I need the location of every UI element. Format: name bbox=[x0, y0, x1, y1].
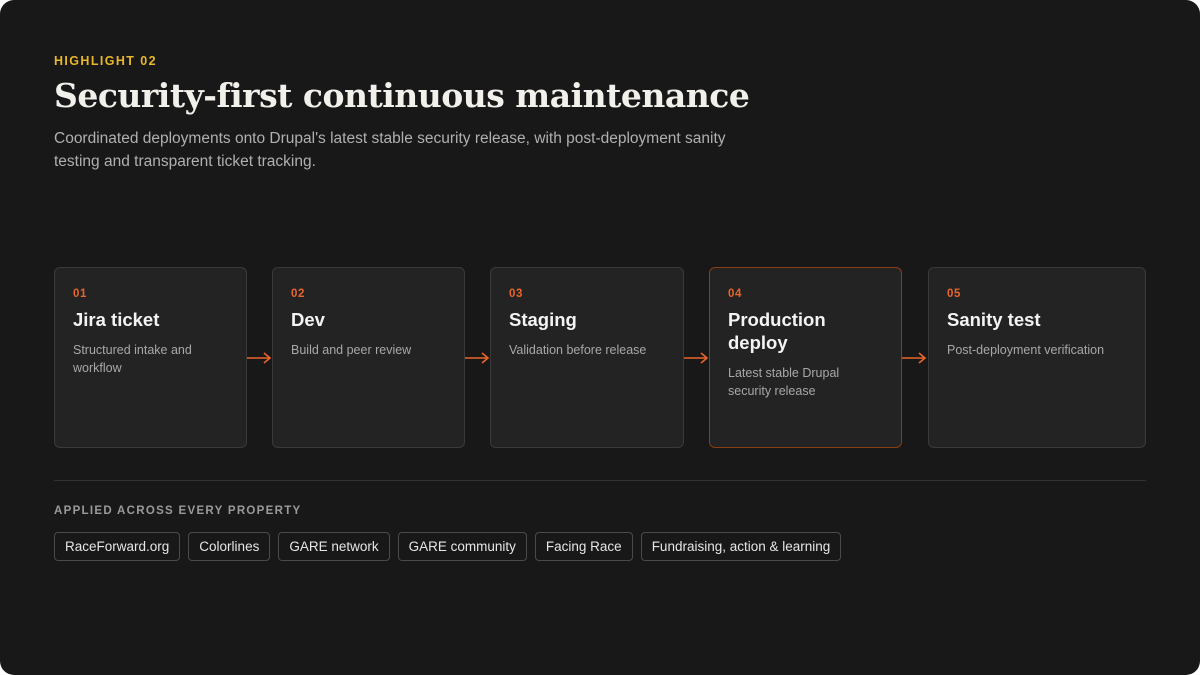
arrow-right-icon bbox=[684, 352, 709, 364]
step-title: Dev bbox=[291, 309, 325, 330]
slide: HIGHLIGHT 02 Security-first continuous m… bbox=[0, 0, 1200, 675]
step-title: Jira ticket bbox=[73, 309, 160, 330]
arrow-right-icon bbox=[902, 352, 927, 364]
eyebrow-label: HIGHLIGHT 02 bbox=[54, 54, 157, 68]
step-card-staging: 03 Staging Validation before release bbox=[490, 267, 684, 448]
step-number: 01 bbox=[73, 288, 87, 300]
arrow-right-icon bbox=[465, 352, 490, 364]
property-tag: RaceForward.org bbox=[54, 532, 181, 561]
property-tag: GARE community bbox=[397, 532, 527, 561]
step-card-sanity-test: 05 Sanity test Post-deployment verificat… bbox=[928, 267, 1146, 448]
step-title: Production deploy bbox=[728, 309, 826, 353]
step-description: Build and peer review bbox=[291, 343, 412, 357]
step-description: Latest stable Drupal security release bbox=[728, 366, 840, 398]
page-title: Security-first continuous maintenance bbox=[54, 76, 750, 115]
step-title: Staging bbox=[509, 309, 577, 330]
step-description: Validation before release bbox=[509, 343, 647, 357]
process-flow: 01 Jira ticket Structured intake and wor… bbox=[54, 267, 1146, 450]
property-tags: RaceForward.org Colorlines GARE network … bbox=[54, 532, 842, 561]
step-card-dev: 02 Dev Build and peer review bbox=[272, 267, 465, 448]
step-description: Post-deployment verification bbox=[947, 343, 1105, 357]
applied-label: APPLIED ACROSS EVERY PROPERTY bbox=[54, 505, 302, 517]
step-title: Sanity test bbox=[947, 309, 1041, 330]
step-number: 03 bbox=[509, 288, 523, 300]
property-tag: Colorlines bbox=[188, 532, 271, 561]
step-card-production-deploy: 04 Production deploy Latest stable Drupa… bbox=[709, 267, 902, 448]
step-description: Structured intake and workflow bbox=[73, 343, 192, 375]
section-divider bbox=[54, 480, 1146, 481]
page-subtitle: Coordinated deployments onto Drupal's la… bbox=[54, 130, 726, 170]
property-tag: Fundraising, action & learning bbox=[640, 532, 842, 561]
step-number: 04 bbox=[728, 288, 742, 300]
property-tag: Facing Race bbox=[534, 532, 633, 561]
step-card-jira-ticket: 01 Jira ticket Structured intake and wor… bbox=[54, 267, 247, 448]
arrow-right-icon bbox=[247, 352, 272, 364]
step-number: 05 bbox=[947, 288, 961, 300]
step-number: 02 bbox=[291, 288, 305, 300]
property-tag: GARE network bbox=[278, 532, 390, 561]
